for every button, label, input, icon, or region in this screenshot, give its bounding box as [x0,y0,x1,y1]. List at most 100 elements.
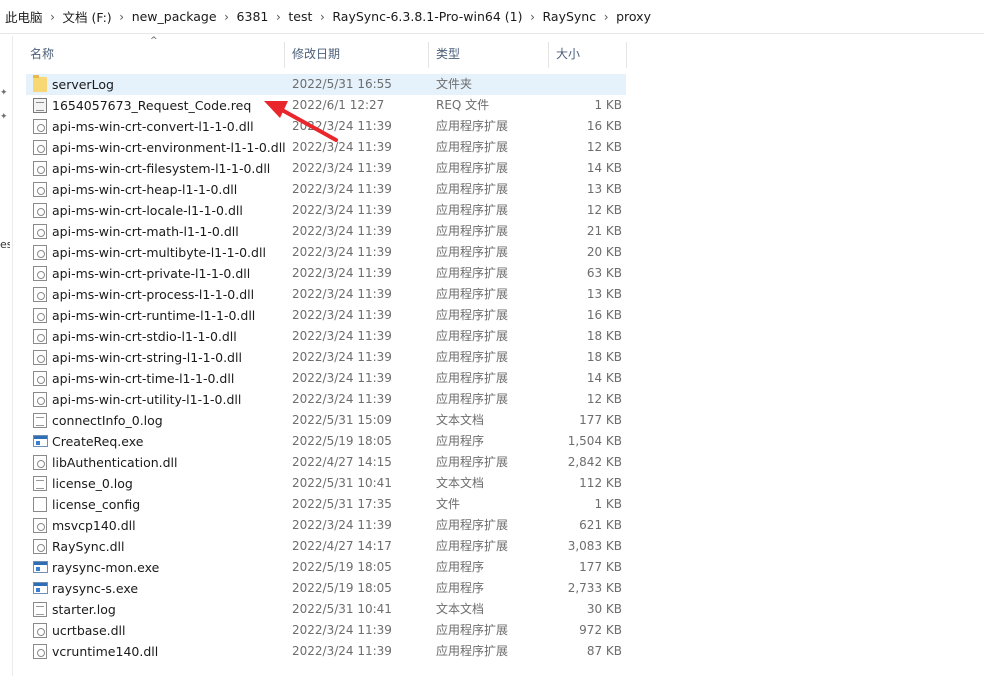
column-resize-handle[interactable] [626,42,627,68]
file-name: api-ms-win-crt-locale-l1-1-0.dll [52,203,243,218]
address-bar[interactable]: 此电脑 › 文档 (F:) › new_package › 6381 › test › RaySyn… [0,0,984,34]
file-name: api-ms-win-crt-string-l1-1-0.dll [52,350,242,365]
breadcrumb-item[interactable]: 6381 [234,9,272,24]
file-row[interactable]: CreateReq.exe 2022/5/19 18:05 应用程序 1,504 KB [26,431,626,452]
chevron-right-icon[interactable]: › [315,10,329,24]
file-row[interactable]: api-ms-win-crt-runtime-l1-1-0.dll 2022/3/… [26,305,626,326]
breadcrumb-item[interactable]: 文档 (F:) [60,7,115,26]
column-header-name[interactable]: 名称 [22,40,284,70]
chevron-right-icon[interactable]: › [220,10,234,24]
file-row[interactable]: api-ms-win-crt-locale-l1-1-0.dll 2022/3/2… [26,200,626,221]
blank-file-icon [33,497,47,512]
file-size: 13 KB [586,182,622,196]
file-row[interactable]: raysync-mon.exe 2022/5/19 18:05 应用程序 177 KB [26,557,626,578]
dll-file-icon [33,539,47,554]
breadcrumb-item[interactable]: new_package [129,9,220,24]
chevron-right-icon[interactable]: › [46,10,60,24]
file-row[interactable]: api-ms-win-crt-string-l1-1-0.dll 2022/3/2… [26,347,626,368]
column-header-date[interactable]: 修改日期 [284,40,428,70]
file-date: 2022/3/24 11:39 [292,203,392,217]
pin-icon[interactable]: ✦ [0,112,8,122]
file-name: raysync-s.exe [52,581,139,596]
dll-file-icon [33,140,47,155]
file-date: 2022/3/24 11:39 [292,350,392,364]
file-size: 18 KB [586,350,622,364]
pin-icon[interactable]: ✦ [0,88,8,98]
file-size: 14 KB [586,161,622,175]
file-row[interactable]: api-ms-win-crt-convert-l1-1-0.dll 2022/3/… [26,116,626,137]
file-date: 2022/3/24 11:39 [292,287,392,301]
file-row[interactable]: api-ms-win-crt-utility-l1-1-0.dll 2022/3/… [26,389,626,410]
file-size: 16 KB [586,308,622,322]
file-size: 3,083 KB [567,539,622,553]
file-type: 应用程序扩展 [436,203,509,217]
dll-file-icon [33,245,47,260]
file-type: 应用程序扩展 [436,287,509,301]
file-row[interactable]: api-ms-win-crt-math-l1-1-0.dll 2022/3/24 … [26,221,626,242]
file-date: 2022/3/24 11:39 [292,392,392,406]
file-name: libAuthentication.dll [52,455,178,470]
column-header-type[interactable]: 类型 [428,40,548,70]
file-row[interactable]: vcruntime140.dll 2022/3/24 11:39 应用程序扩展 87 … [26,641,626,662]
file-row[interactable]: api-ms-win-crt-private-l1-1-0.dll 2022/3/… [26,263,626,284]
file-row[interactable]: api-ms-win-crt-filesystem-l1-1-0.dll 2022… [26,158,626,179]
file-row[interactable]: 1654057673_Request_Code.req 2022/6/1 12:2… [26,95,626,116]
file-row[interactable]: api-ms-win-crt-time-l1-1-0.dll 2022/3/24 … [26,368,626,389]
file-name: CreateReq.exe [52,434,144,449]
file-row[interactable]: serverLog 2022/5/31 16:55 文件夹 [26,74,626,95]
file-date: 2022/3/24 11:39 [292,329,392,343]
file-date: 2022/4/27 14:15 [292,455,392,469]
file-row[interactable]: api-ms-win-crt-process-l1-1-0.dll 2022/3/… [26,284,626,305]
file-row[interactable]: api-ms-win-crt-heap-l1-1-0.dll 2022/3/24 … [26,179,626,200]
dll-file-icon [33,623,47,638]
dll-file-icon [33,161,47,176]
nav-item-fragment[interactable]: es [0,238,10,251]
file-row[interactable]: license_config 2022/5/31 17:35 文件 1 KB [26,494,626,515]
file-row[interactable]: libAuthentication.dll 2022/4/27 14:15 应用程序… [26,452,626,473]
dll-file-icon [33,329,47,344]
file-size: 63 KB [586,266,622,280]
breadcrumb-item[interactable]: test [285,9,315,24]
file-date: 2022/3/24 11:39 [292,644,392,658]
file-row[interactable]: RaySync.dll 2022/4/27 14:17 应用程序扩展 3,083 KB [26,536,626,557]
file-name: api-ms-win-crt-time-l1-1-0.dll [52,371,235,386]
file-type: 应用程序扩展 [436,371,509,385]
breadcrumb-item[interactable]: RaySync-6.3.8.1-Pro-win64 (1) [329,9,525,24]
chevron-right-icon[interactable]: › [526,10,540,24]
file-date: 2022/3/24 11:39 [292,119,392,133]
breadcrumb-item[interactable]: RaySync [540,9,600,24]
file-row[interactable]: starter.log 2022/5/31 10:41 文本文档 30 KB [26,599,626,620]
chevron-right-icon[interactable]: › [115,10,129,24]
exe-file-icon [33,582,48,594]
chevron-right-icon[interactable]: › [599,10,613,24]
file-row[interactable]: api-ms-win-crt-multibyte-l1-1-0.dll 2022/… [26,242,626,263]
file-date: 2022/3/24 11:39 [292,245,392,259]
dll-file-icon [33,392,47,407]
breadcrumb-item[interactable]: 此电脑 [2,7,46,26]
dll-file-icon [33,350,47,365]
file-name: RaySync.dll [52,539,125,554]
file-type: 应用程序扩展 [436,455,509,469]
file-date: 2022/5/19 18:05 [292,560,392,574]
file-row[interactable]: license_0.log 2022/5/31 10:41 文本文档 112 KB [26,473,626,494]
file-type: 应用程序扩展 [436,644,509,658]
chevron-right-icon[interactable]: › [271,10,285,24]
dll-file-icon [33,224,47,239]
file-row[interactable]: raysync-s.exe 2022/5/19 18:05 应用程序 2,733 KB [26,578,626,599]
file-name: api-ms-win-crt-filesystem-l1-1-0.dll [52,161,271,176]
file-row[interactable]: api-ms-win-crt-environment-l1-1-0.dll 202… [26,137,626,158]
file-name: api-ms-win-crt-heap-l1-1-0.dll [52,182,238,197]
file-name: vcruntime140.dll [52,644,159,659]
file-size: 21 KB [586,224,622,238]
file-type: 应用程序扩展 [436,245,509,259]
breadcrumb-item[interactable]: proxy [613,9,654,24]
file-size: 12 KB [586,392,622,406]
file-date: 2022/3/24 11:39 [292,182,392,196]
file-type: 应用程序扩展 [436,392,509,406]
column-header-size[interactable]: 大小 [548,40,626,70]
file-row[interactable]: ucrtbase.dll 2022/3/24 11:39 应用程序扩展 972 KB [26,620,626,641]
file-row[interactable]: api-ms-win-crt-stdio-l1-1-0.dll 2022/3/24… [26,326,626,347]
file-row[interactable]: connectInfo_0.log 2022/5/31 15:09 文本文档 177 … [26,410,626,431]
dll-file-icon [33,518,47,533]
file-row[interactable]: msvcp140.dll 2022/3/24 11:39 应用程序扩展 621 KB [26,515,626,536]
